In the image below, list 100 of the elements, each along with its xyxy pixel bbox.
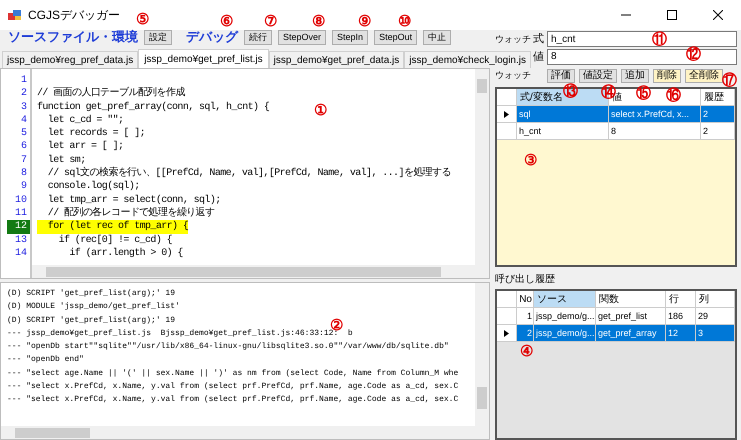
table-row[interactable]: 1 jssp_demo/g... get_pref_list 186 29 [497, 308, 735, 326]
field-label: 式 [533, 32, 545, 47]
line-number: 10 [14, 194, 28, 207]
toolbar-button[interactable]: 続行 [244, 30, 272, 44]
annotation-marker: ⑩ [398, 14, 411, 29]
log-line: (D) MODULE 'jssp_demo/get_pref_list' [7, 301, 180, 314]
annotation-marker: ④ [520, 344, 533, 359]
watch-button[interactable]: 値設定 [579, 68, 617, 83]
table-cell: get_pref_array [596, 325, 666, 342]
code-line: // 画面の人口テーブル配列を作成 [37, 87, 185, 101]
annotation-marker: ⑤ [136, 12, 149, 27]
code-line: console.log(sql); [46, 180, 140, 194]
file-tab[interactable]: jssp_demo¥reg_pref_data.js [2, 51, 138, 68]
maximize-icon[interactable] [667, 10, 677, 20]
table-cell: h_cnt [517, 123, 609, 140]
annotation-marker: ⑫ [686, 47, 701, 62]
log-line: (D) SCRIPT 'get_pref_list(arg);' 19 [7, 314, 176, 327]
annotation-marker: ① [314, 103, 327, 118]
column-header[interactable]: ソース [534, 291, 596, 308]
table-cell: 1 [517, 308, 534, 324]
vertical-scrollbar[interactable] [475, 283, 489, 439]
table-cell: sql [517, 106, 609, 122]
app-icon [8, 9, 22, 21]
toolbar-button[interactable]: 設定 [144, 30, 172, 44]
file-tab[interactable]: jssp_demo¥get_pref_data.js [268, 51, 404, 68]
annotation-marker: ⑮ [636, 86, 651, 101]
log-line: --- "select x.PrefCd, x.Name, y.val from (select prf.PrefCd, prf.Name, age.Code as a_cd, sex.C [7, 394, 458, 406]
table-cell: jssp_demo/g... [534, 325, 596, 342]
toolbar-button[interactable]: StepIn [332, 30, 368, 44]
code-line: if (rec[0] != c_cd) { [58, 234, 172, 247]
annotation-marker: ⑨ [358, 14, 371, 29]
file-tab[interactable]: jssp_demo¥check_login.js [404, 51, 531, 68]
table-cell: 186 [666, 308, 696, 324]
row-pointer-icon [504, 330, 509, 337]
column-header[interactable]: 行 [666, 291, 696, 308]
section-label: ソースファイル・環境 [8, 28, 138, 46]
line-number: 2 [20, 87, 28, 101]
line-number: 11 [14, 206, 28, 220]
watch-button[interactable]: 削除 [653, 68, 681, 83]
log-line: --- "openDb start""sqlite""/usr/lib/x86_64-linux-gnu/libsqlite3.so.0""/var/www/db/sqlite.db" [7, 341, 449, 354]
field-label: ウォッチ [495, 68, 532, 82]
code-line: let sm; [46, 154, 86, 166]
horizontal-scrollbar[interactable] [1, 426, 475, 439]
annotation-marker: ③ [524, 153, 537, 168]
toolbar-button[interactable]: StepOver [278, 30, 326, 44]
window-title: CGJSデバッガー [28, 7, 120, 24]
table-cell: 2 [517, 325, 534, 342]
annotation-marker: ⑪ [652, 32, 667, 47]
line-number: 1 [20, 74, 28, 88]
table-cell: get_pref_list [596, 308, 666, 324]
table-cell: jssp_demo/g... [534, 308, 596, 324]
table-cell: 2 [701, 123, 735, 140]
table-row[interactable]: h_cnt 8 2 [497, 123, 735, 140]
horizontal-scrollbar[interactable] [32, 265, 475, 278]
table-row[interactable]: sql select x.PrefCd, x... 2 [497, 106, 735, 124]
column-header[interactable]: No [517, 291, 534, 308]
watch-button[interactable]: 評価 [547, 68, 575, 83]
line-number: 5 [20, 127, 28, 140]
section-label: 呼び出し履歴 [495, 273, 556, 286]
line-number: 12 [7, 220, 30, 234]
column-header[interactable]: 列 [696, 291, 735, 308]
line-number: 8 [20, 167, 28, 180]
line-number: 7 [20, 154, 28, 168]
code-line: let arr = [ ]; [46, 140, 124, 154]
table-cell: select x.PrefCd, x... [609, 106, 701, 122]
code-line: function get_pref_array(conn, sql, h_cnt) { [37, 100, 270, 114]
table-cell: 29 [696, 308, 735, 324]
log-line: --- "openDb end" [7, 354, 84, 366]
table-cell: 3 [696, 325, 735, 342]
code-line: // 配列の各レコードで処理を繰り返す [46, 206, 214, 220]
toolbar-button[interactable]: 中止 [423, 30, 452, 44]
table-cell: 8 [609, 123, 701, 140]
table-row[interactable]: 2 jssp_demo/g... get_pref_array 12 3 [497, 325, 735, 342]
line-number: 9 [20, 180, 28, 194]
watch-button[interactable]: 全削除 [685, 68, 723, 83]
line-number: 3 [20, 100, 28, 114]
annotation-marker: ⑰ [722, 73, 737, 88]
line-number: 13 [14, 234, 28, 247]
code-line: let tmp_arr = select(conn, sql); [46, 194, 221, 206]
close-icon[interactable] [713, 10, 723, 20]
code-line: // sql文の検索を行い、[[PrefCd, Name, val],[PrefCd, Name, val], ...]を処理する [46, 167, 451, 180]
table-cell: 2 [701, 106, 735, 122]
file-tab[interactable]: jssp_demo¥get_pref_list.js [138, 49, 269, 68]
code-line: if (arr.length > 0) { [68, 246, 183, 260]
watch-button[interactable]: 追加 [621, 68, 649, 83]
annotation-marker: ⑧ [312, 14, 325, 29]
section-label: デバッグ [186, 28, 238, 46]
toolbar-button[interactable]: StepOut [374, 30, 418, 44]
log-line: --- "select x.PrefCd, x.Name, y.val from (select prf.PrefCd, prf.Name, age.Code as a_cd, sex.C [7, 381, 458, 394]
row-pointer-icon [504, 110, 509, 118]
column-header[interactable]: 履歴 [701, 89, 735, 106]
line-number: 4 [20, 114, 28, 128]
column-header[interactable]: 関数 [596, 291, 666, 308]
vertical-scrollbar[interactable] [475, 69, 489, 278]
line-number: 14 [14, 246, 28, 260]
line-number: 6 [20, 140, 28, 154]
annotation-marker: ⑥ [220, 14, 233, 29]
field-label: ウォッチ [495, 32, 532, 46]
code-line: let c_cd = ""; [46, 114, 124, 128]
log-line: (D) SCRIPT 'get_pref_list(arg);' 19 [7, 288, 176, 300]
